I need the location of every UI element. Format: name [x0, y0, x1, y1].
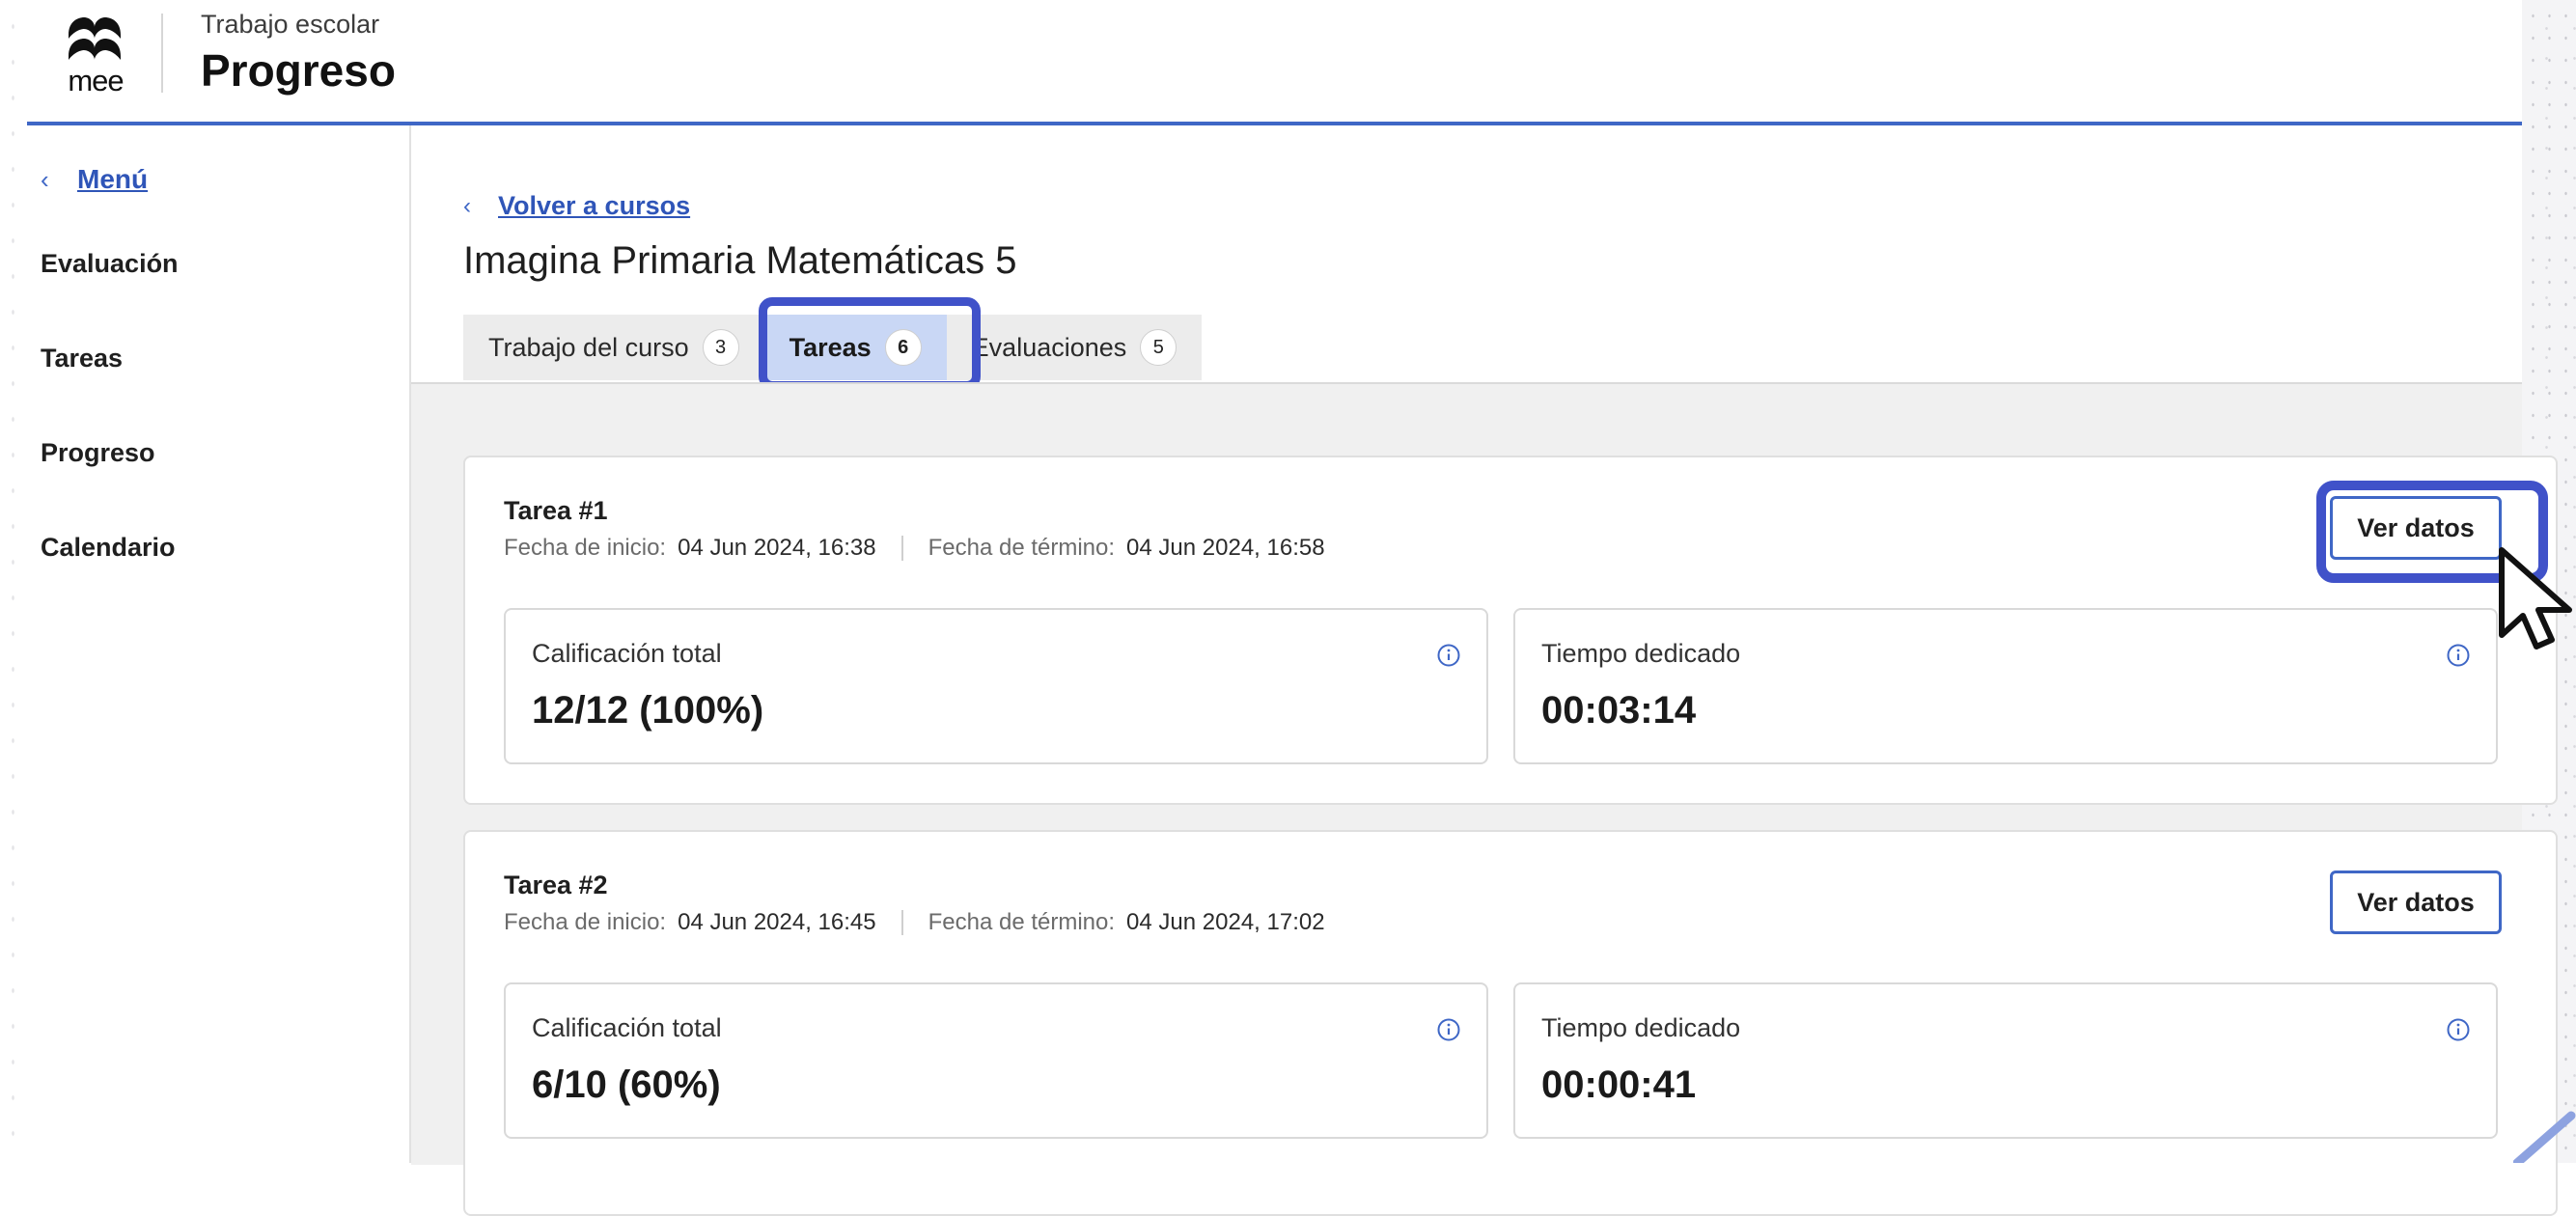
task-dates: Fecha de inicio: 04 Jun 2024, 16:45 Fech…	[504, 909, 1325, 936]
back-to-courses-label: Volver a cursos	[498, 191, 691, 220]
sidebar-item-progreso[interactable]: Progreso	[41, 438, 155, 468]
info-icon[interactable]	[2446, 1017, 2471, 1042]
pointer-cursor-icon	[2499, 547, 2572, 649]
task-card: Tarea #1 Fecha de inicio: 04 Jun 2024, 1…	[463, 456, 2558, 805]
time-label: Tiempo dedicado	[1541, 1013, 1741, 1042]
score-card: Calificación total 6/10 (60%)	[504, 982, 1488, 1139]
menu-back-label: Menú	[77, 164, 149, 194]
main-content: ‹ Volver a cursos Imagina Primaria Matem…	[411, 125, 2558, 1216]
score-label: Calificación total	[532, 1013, 722, 1042]
time-value: 00:03:14	[1541, 689, 1697, 732]
page-title: Progreso	[201, 45, 396, 96]
tab-highlight-annotation	[759, 297, 981, 390]
sidebar-item-tareas[interactable]: Tareas	[41, 344, 123, 373]
time-value: 00:00:41	[1541, 1064, 1697, 1106]
app-header: mee Trabajo escolar Progreso	[27, 0, 2522, 125]
header-subtitle: Trabajo escolar	[201, 10, 380, 39]
time-card: Tiempo dedicado 00:00:41	[1513, 982, 2498, 1139]
chevron-left-icon: ‹	[463, 192, 471, 219]
start-date-value: 04 Jun 2024, 16:45	[678, 909, 876, 935]
background-texture-left	[0, 0, 21, 1163]
date-separator	[900, 910, 903, 935]
menu-back-link[interactable]: ‹ Menú	[41, 164, 148, 195]
start-date-label: Fecha de inicio:	[504, 535, 667, 561]
score-value: 12/12 (100%)	[532, 689, 764, 732]
score-value: 6/10 (60%)	[532, 1064, 721, 1106]
sidebar-item-evaluacion[interactable]: Evaluación	[41, 249, 179, 279]
info-icon[interactable]	[1436, 643, 1461, 668]
start-date-value: 04 Jun 2024, 16:38	[678, 535, 876, 561]
header-divider	[161, 14, 163, 93]
sidebar: ‹ Menú Evaluación Tareas Progreso Calend…	[27, 125, 411, 1163]
decorative-stroke	[2513, 1111, 2576, 1163]
task-title: Tarea #1	[504, 496, 608, 525]
end-date-label: Fecha de término:	[928, 535, 1116, 561]
score-label: Calificación total	[532, 639, 722, 668]
time-label: Tiempo dedicado	[1541, 639, 1741, 668]
start-date-label: Fecha de inicio:	[504, 909, 667, 935]
tab-evaluaciones[interactable]: Evaluaciones 5	[946, 315, 1203, 380]
end-date-label: Fecha de término:	[928, 909, 1116, 935]
end-date-value: 04 Jun 2024, 16:58	[1126, 535, 1325, 561]
task-title: Tarea #2	[504, 871, 608, 899]
chevron-left-icon: ‹	[41, 164, 49, 194]
task-dates: Fecha de inicio: 04 Jun 2024, 16:38 Fech…	[504, 535, 1325, 562]
view-data-button[interactable]: Ver datos	[2330, 871, 2502, 934]
date-separator	[900, 536, 903, 561]
tab-count-badge: 3	[702, 329, 739, 366]
course-title: Imagina Primaria Matemáticas 5	[463, 239, 1017, 282]
time-card: Tiempo dedicado 00:03:14	[1513, 608, 2498, 764]
tab-label: Trabajo del curso	[488, 332, 689, 362]
tab-count-badge: 5	[1140, 329, 1177, 366]
sidebar-item-calendario[interactable]: Calendario	[41, 533, 176, 563]
back-to-courses-link[interactable]: ‹ Volver a cursos	[463, 191, 690, 221]
info-icon[interactable]	[1436, 1017, 1461, 1042]
view-data-button[interactable]: Ver datos	[2330, 496, 2502, 560]
end-date-value: 04 Jun 2024, 17:02	[1126, 909, 1325, 935]
logo-text: mee	[68, 64, 124, 97]
score-card: Calificación total 12/12 (100%)	[504, 608, 1488, 764]
info-icon[interactable]	[2446, 643, 2471, 668]
tasks-list-area: Tarea #1 Fecha de inicio: 04 Jun 2024, 1…	[411, 382, 2558, 1216]
tab-trabajo-del-curso[interactable]: Trabajo del curso 3	[463, 315, 764, 380]
tab-label: Evaluaciones	[971, 332, 1127, 362]
task-card: Tarea #2 Fecha de inicio: 04 Jun 2024, 1…	[463, 830, 2558, 1216]
